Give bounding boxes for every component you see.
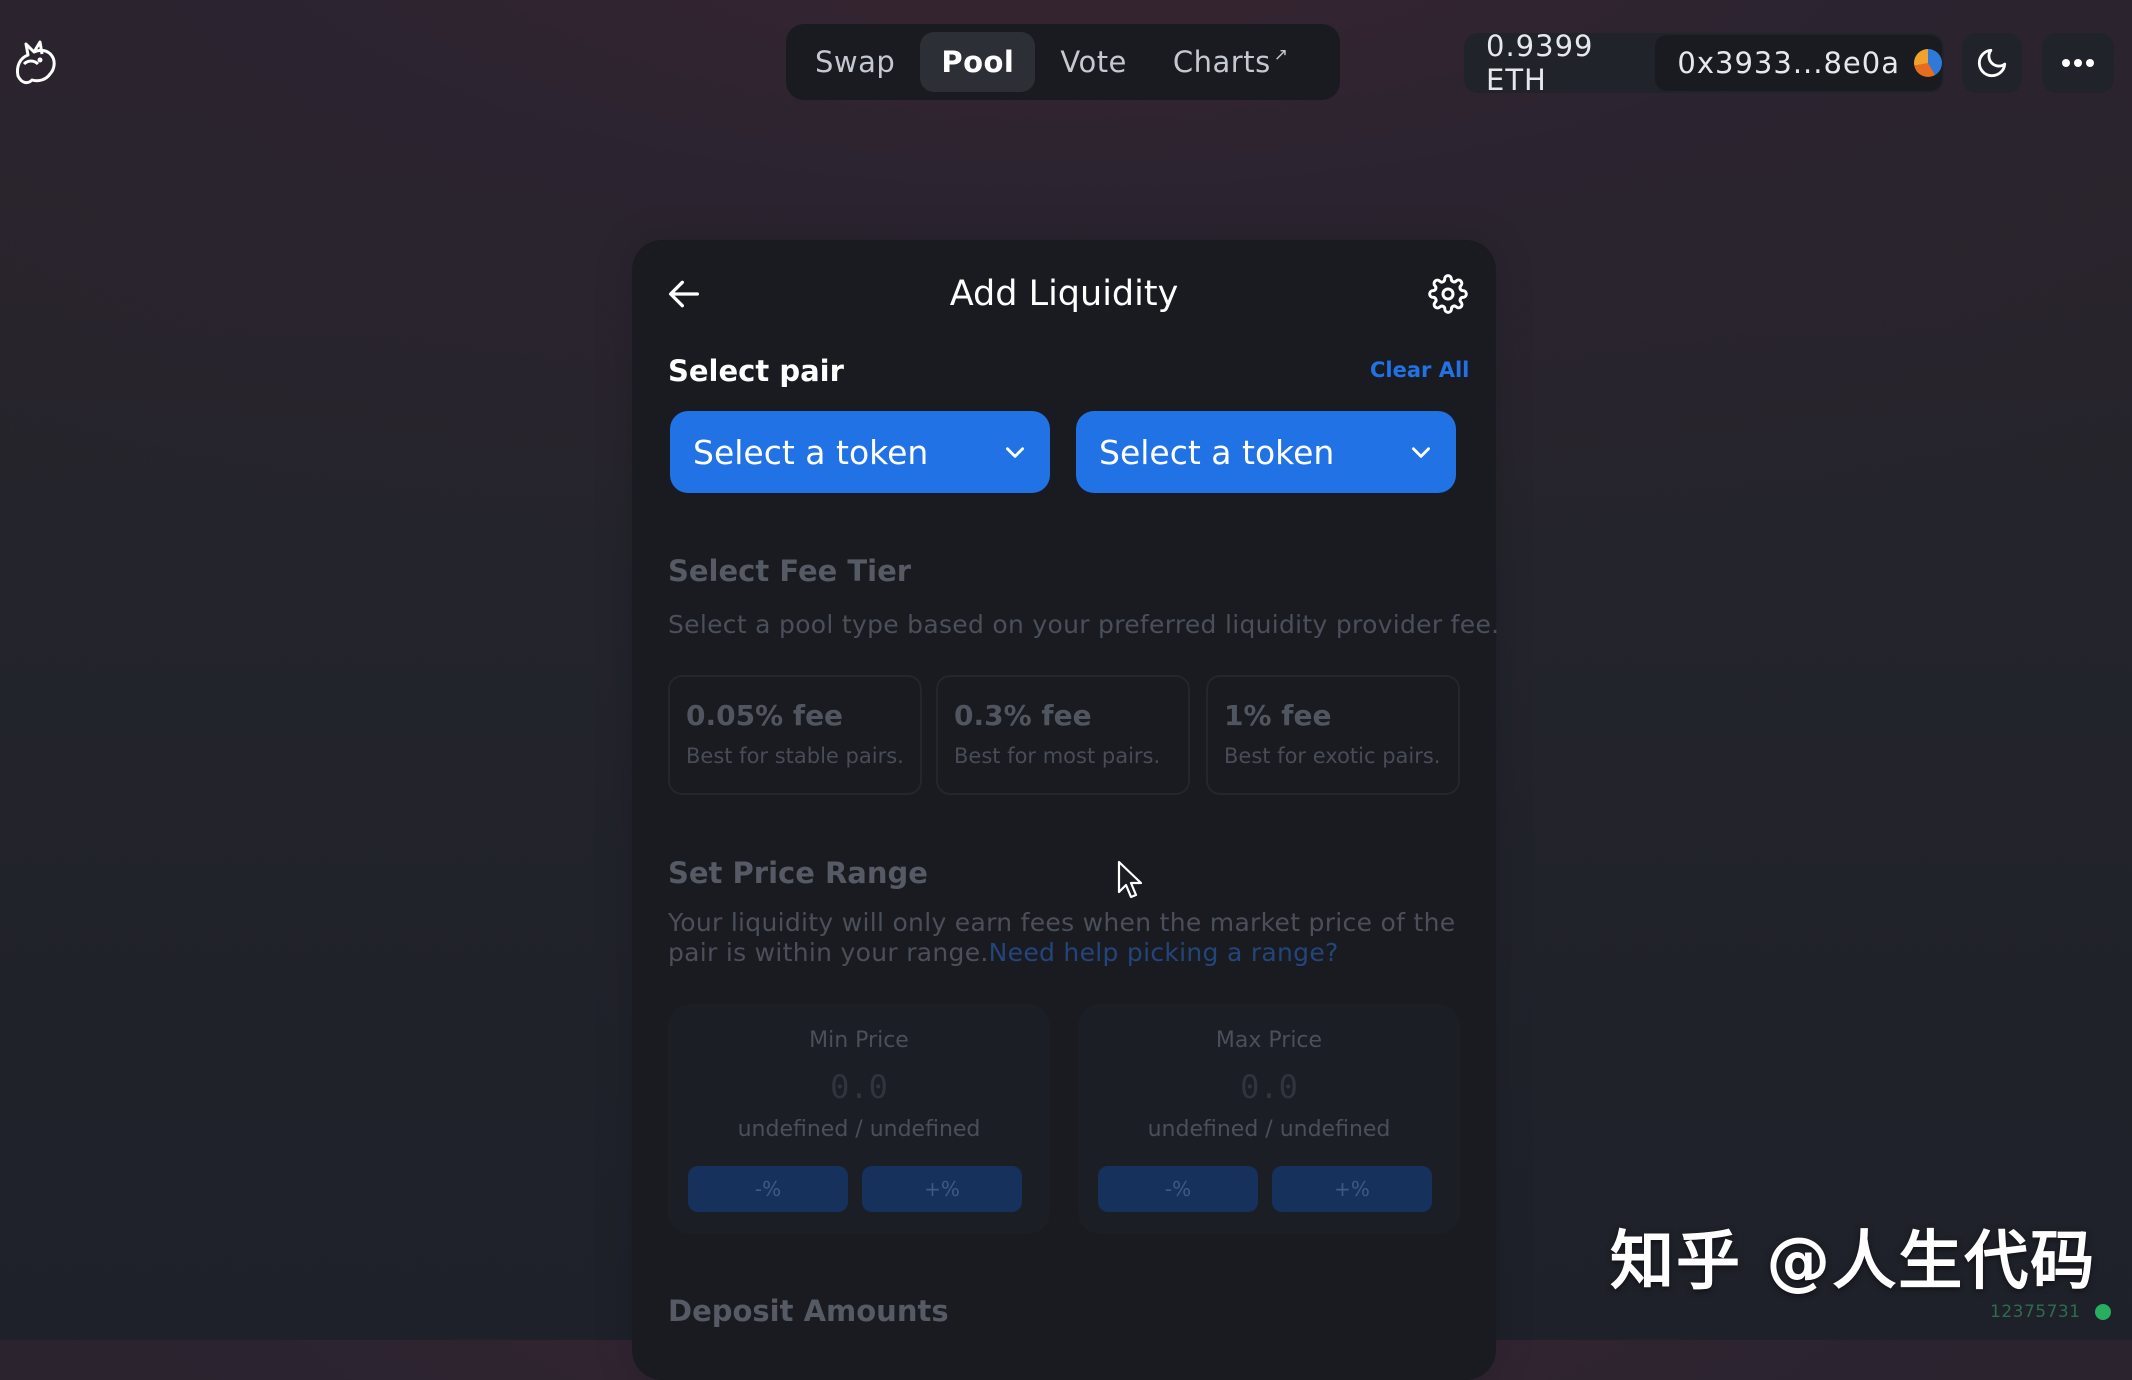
nav-vote[interactable]: Vote	[1039, 32, 1148, 92]
max-price-increment-button[interactable]: +%	[1272, 1166, 1432, 1212]
external-link-icon: ↗	[1273, 45, 1289, 65]
price-range-description: Your liquidity will only earn fees when …	[668, 908, 1468, 968]
fee-option-title: 0.3% fee	[954, 699, 1092, 732]
nav-swap[interactable]: Swap	[794, 32, 916, 92]
max-price-decrement-button[interactable]: -%	[1098, 1166, 1258, 1212]
select-token-a-button[interactable]: Select a token	[670, 411, 1050, 493]
max-price-input[interactable]: 0.0	[1078, 1068, 1460, 1106]
fee-option-005[interactable]: 0.05% fee Best for stable pairs.	[668, 675, 922, 795]
identicon-avatar	[1914, 49, 1942, 77]
range-help-link[interactable]: Need help picking a range?	[989, 938, 1339, 967]
moon-icon	[1977, 48, 2007, 78]
account-panel: 0.9399 ETH 0x3933...8e0a	[1464, 29, 1944, 97]
fee-option-subtitle: Best for stable pairs.	[686, 744, 904, 768]
select-token-b-button[interactable]: Select a token	[1076, 411, 1456, 493]
card-header: Add Liquidity	[632, 240, 1496, 350]
fee-option-subtitle: Best for most pairs.	[954, 744, 1161, 768]
price-range-heading: Set Price Range	[668, 856, 928, 890]
fee-tier-heading: Select Fee Tier	[668, 554, 912, 588]
uniswap-logo-icon[interactable]	[10, 36, 58, 88]
more-menu-button[interactable]	[2042, 33, 2114, 93]
fee-option-title: 1% fee	[1224, 699, 1332, 732]
fee-option-title: 0.05% fee	[686, 699, 844, 732]
wallet-address: 0x3933...8e0a	[1677, 46, 1900, 80]
chevron-down-icon	[1006, 447, 1024, 458]
max-price-unit: undefined / undefined	[1147, 1117, 1391, 1142]
more-horizontal-icon	[2062, 59, 2094, 67]
nav-pool[interactable]: Pool	[920, 32, 1036, 92]
theme-toggle-button[interactable]	[1962, 33, 2022, 93]
min-price-box: Min Price 0.0 undefined / undefined -% +…	[668, 1004, 1050, 1234]
fee-option-03[interactable]: 0.3% fee Best for most pairs.	[936, 675, 1190, 795]
fee-option-subtitle: Best for exotic pairs.	[1224, 744, 1441, 768]
eth-balance: 0.9399 ETH	[1486, 29, 1594, 97]
network-status-dot	[2095, 1304, 2111, 1320]
select-pair-label: Select pair	[668, 354, 844, 388]
min-price-input[interactable]: 0.0	[668, 1068, 1050, 1106]
min-price-unit: undefined / undefined	[737, 1117, 981, 1142]
fee-tier-description: Select a pool type based on your preferr…	[668, 610, 1500, 639]
min-price-increment-button[interactable]: +%	[862, 1166, 1022, 1212]
deposit-amounts-heading: Deposit Amounts	[668, 1294, 949, 1328]
token-b-label: Select a token	[1099, 432, 1335, 472]
mouse-cursor-icon	[1117, 860, 1143, 899]
watermark-text: 知乎 @人生代码	[1610, 1225, 2097, 1299]
nav-charts-label: Charts	[1172, 45, 1271, 79]
block-number[interactable]: 12375731	[1990, 1302, 2081, 1322]
min-price-label: Min Price	[809, 1028, 909, 1053]
page-title: Add Liquidity	[949, 274, 1179, 314]
wallet-address-button[interactable]: 0x3933...8e0a	[1655, 35, 1942, 91]
clear-all-button[interactable]: Clear All	[1370, 358, 1469, 382]
main-nav: Swap Pool Vote Charts ↗	[786, 24, 1340, 100]
token-a-label: Select a token	[693, 432, 929, 472]
chevron-down-icon	[1412, 447, 1430, 458]
max-price-label: Max Price	[1215, 1028, 1323, 1053]
fee-option-1[interactable]: 1% fee Best for exotic pairs.	[1206, 675, 1460, 795]
nav-charts[interactable]: Charts ↗	[1152, 32, 1310, 92]
max-price-box: Max Price 0.0 undefined / undefined -% +…	[1078, 1004, 1460, 1234]
gear-icon[interactable]	[1428, 274, 1468, 314]
min-price-decrement-button[interactable]: -%	[688, 1166, 848, 1212]
